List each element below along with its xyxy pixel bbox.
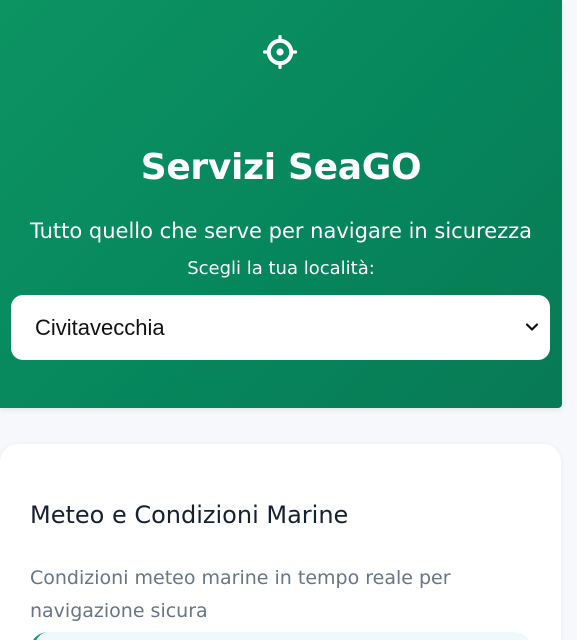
services-header: Servizi SeaGO Tutto quello che serve per… (0, 0, 562, 408)
page-subtitle: Tutto quello che serve per navigare in s… (29, 219, 533, 243)
service-card-description: Condizioni meteo marine in tempo reale p… (30, 567, 451, 622)
service-card-title: Meteo e Condizioni Marine (30, 500, 349, 529)
selected-location: Civitavecchia (35, 314, 165, 340)
chevron-down-icon (525, 323, 539, 331)
location-label: Scegli la tua località: (187, 258, 375, 279)
steering-wheel-icon (263, 35, 297, 69)
weather-details-panel (30, 632, 532, 640)
seago-services-page: Servizi SeaGO Tutto quello che serve per… (0, 0, 577, 640)
location-select[interactable]: Civitavecchia (11, 295, 550, 360)
page-title: Servizi SeaGO (140, 147, 422, 189)
